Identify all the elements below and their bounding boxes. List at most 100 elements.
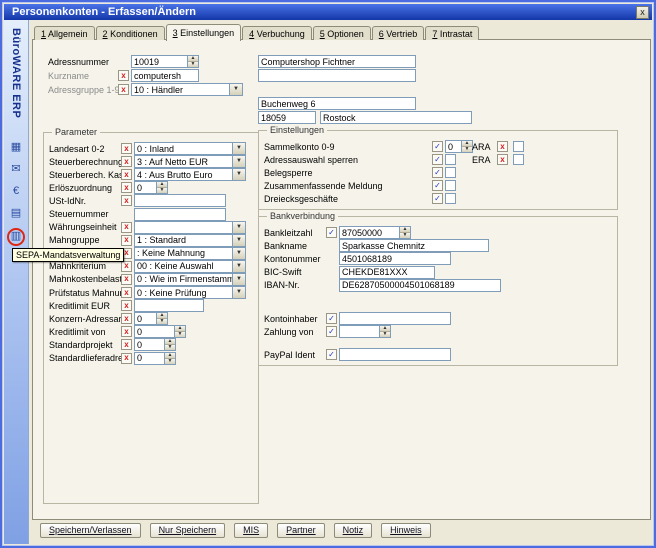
checkbox[interactable] (513, 154, 524, 165)
clear-x-button[interactable]: x (121, 326, 132, 337)
spin-field[interactable]: 0▲▼ (134, 338, 176, 351)
spinner-buttons[interactable]: ▲▼ (187, 56, 198, 67)
check-mark-button[interactable]: ✓ (432, 180, 443, 191)
button-hinweis[interactable]: Hinweis (381, 523, 431, 538)
text-input[interactable] (134, 299, 204, 312)
close-button[interactable]: x (636, 6, 649, 19)
text-input[interactable]: 4501068189 (339, 252, 451, 265)
check-mark-button[interactable]: ✓ (432, 154, 443, 165)
spin-down-icon[interactable]: ▼ (165, 358, 175, 364)
clear-x-button[interactable]: x (121, 222, 132, 233)
dropdown-field[interactable]: : Keine Mahnung▼ (134, 247, 246, 260)
dropdown-arrow-icon[interactable]: ▼ (232, 169, 245, 180)
check-mark-button[interactable]: ✓ (326, 313, 337, 324)
dropdown-arrow-icon[interactable]: ▼ (232, 143, 245, 154)
dropdown-arrow-icon[interactable]: ▼ (232, 274, 245, 285)
dropdown-arrow-icon[interactable]: ▼ (232, 287, 245, 298)
spin-field[interactable]: 0▲▼ (134, 352, 176, 365)
text-input[interactable]: CHEKDE81XXX (339, 266, 435, 279)
checkbox[interactable] (445, 154, 456, 165)
dropdown-field[interactable]: 00 : Keine Auswahl▼ (134, 260, 246, 273)
text-input[interactable] (134, 208, 226, 221)
sepa-mandate-icon[interactable]: ▥ (7, 228, 25, 246)
spinner-buttons[interactable]: ▲▼ (164, 339, 175, 350)
text-input[interactable] (134, 194, 226, 207)
spin-field[interactable]: ▲▼ (339, 325, 391, 338)
name1-input[interactable]: Computershop Fichtner (258, 55, 416, 68)
check-mark-button[interactable]: ✓ (432, 141, 443, 152)
spin-down-icon[interactable]: ▼ (157, 187, 167, 193)
check-mark-button[interactable]: ✓ (432, 167, 443, 178)
dropdown-field[interactable]: 0 : Wie im Firmenstamm eing▼ (134, 273, 246, 286)
tab-einstellungen[interactable]: 3 Einstellungen (166, 24, 242, 41)
dropdown-field[interactable]: 0 : Keine Prüfung▼ (134, 286, 246, 299)
dropdown-arrow-icon[interactable]: ▼ (232, 248, 245, 259)
dropdown-field[interactable]: 1 : Standard▼ (134, 234, 246, 247)
spinner-buttons[interactable]: ▲▼ (156, 182, 167, 193)
spinner-buttons[interactable]: ▲▼ (379, 326, 390, 337)
clear-x-button[interactable]: x (121, 182, 132, 193)
check-mark-button[interactable]: ✓ (326, 326, 337, 337)
clear-x-button[interactable]: x (121, 195, 132, 206)
check-mark-button[interactable]: ✓ (432, 193, 443, 204)
clear-x-button[interactable]: x (121, 313, 132, 324)
tab-vertrieb[interactable]: 6 Vertrieb (372, 26, 425, 40)
checkbox[interactable] (513, 141, 524, 152)
spin-down-icon[interactable]: ▼ (380, 331, 390, 337)
dropdown-field[interactable]: ▼ (134, 221, 246, 234)
button-partner[interactable]: Partner (277, 523, 325, 538)
text-input[interactable] (339, 348, 451, 361)
text-input[interactable] (339, 312, 451, 325)
dropdown-arrow-icon[interactable]: ▼ (232, 222, 245, 233)
spin-down-icon[interactable]: ▼ (175, 331, 185, 337)
tab-verbuchung[interactable]: 4 Verbuchung (242, 26, 312, 40)
clear-x-button[interactable]: x (121, 261, 132, 272)
clear-x-button[interactable]: x (497, 141, 508, 152)
clear-x-button[interactable]: x (121, 143, 132, 154)
button-speichern-verlassen[interactable]: Speichern/Verlassen (40, 523, 141, 538)
checkbox[interactable] (445, 180, 456, 191)
dropdown-arrow-icon[interactable]: ▼ (229, 84, 242, 95)
kurzname-x-button[interactable]: x (118, 70, 129, 81)
adressgruppe-select[interactable]: 10 : Händler ▼ (131, 83, 243, 96)
check-mark-button[interactable]: ✓ (326, 227, 337, 238)
spinner-buttons[interactable]: ▲▼ (399, 227, 410, 238)
spin-field[interactable]: 87050000▲▼ (339, 226, 411, 239)
spin-down-icon[interactable]: ▼ (462, 146, 472, 152)
dropdown-field[interactable]: 0 : Inland▼ (134, 142, 246, 155)
adressnummer-input[interactable]: 10019 ▲▼ (131, 55, 199, 68)
clear-x-button[interactable]: x (121, 287, 132, 298)
plz-input[interactable]: 18059 (258, 111, 316, 124)
button-nur-speichern[interactable]: Nur Speichern (150, 523, 226, 538)
strasse-input[interactable]: Buchenweg 6 (258, 97, 416, 110)
dropdown-field[interactable]: 3 : Auf Netto EUR▼ (134, 155, 246, 168)
dropdown-arrow-icon[interactable]: ▼ (232, 156, 245, 167)
spin-down-icon[interactable]: ▼ (157, 318, 167, 324)
spinner-buttons[interactable]: ▲▼ (174, 326, 185, 337)
clear-x-button[interactable]: x (121, 169, 132, 180)
checkbox[interactable] (445, 193, 456, 204)
clear-x-button[interactable]: x (121, 300, 132, 311)
spinner-buttons[interactable]: ▲▼ (156, 313, 167, 324)
adressgruppe-x-button[interactable]: x (118, 84, 129, 95)
tab-intrastat[interactable]: 7 Intrastat (425, 26, 479, 40)
tab-allgemein[interactable]: 1 Allgemein (34, 26, 95, 40)
spin-down-icon[interactable]: ▼ (400, 232, 410, 238)
name2-input[interactable] (258, 69, 416, 82)
clear-x-button[interactable]: x (121, 353, 132, 364)
dropdown-arrow-icon[interactable]: ▼ (232, 235, 245, 246)
spinner-buttons[interactable]: ▲▼ (461, 141, 472, 152)
spin-field[interactable]: 0▲▼ (134, 181, 168, 194)
mail-icon[interactable]: ✉ (8, 162, 24, 177)
dropdown-field[interactable]: 4 : Aus Brutto Euro▼ (134, 168, 246, 181)
dropdown-arrow-icon[interactable]: ▼ (232, 261, 245, 272)
tab-optionen[interactable]: 5 Optionen (313, 26, 371, 40)
clear-x-button[interactable]: x (121, 235, 132, 246)
tab-konditionen[interactable]: 2 Konditionen (96, 26, 165, 40)
form-icon[interactable]: ▦ (8, 140, 24, 155)
button-notiz[interactable]: Notiz (334, 523, 373, 538)
clear-x-button[interactable]: x (497, 154, 508, 165)
clear-x-button[interactable]: x (121, 156, 132, 167)
ort-input[interactable]: Rostock (320, 111, 472, 124)
spin-field[interactable]: 0▲▼ (134, 325, 186, 338)
